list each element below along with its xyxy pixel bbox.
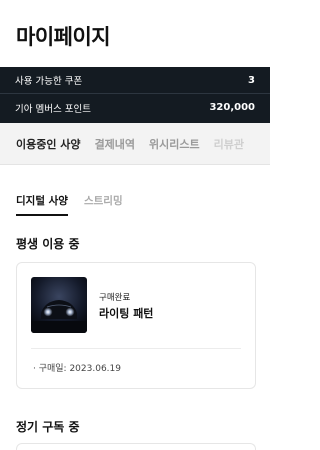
- coupon-count: 3: [248, 74, 255, 86]
- subtab-digital[interactable]: 디지털 사양: [16, 193, 68, 216]
- coupon-row[interactable]: 사용 가능한 쿠폰 3: [0, 67, 270, 94]
- subscription-card[interactable]: [16, 443, 256, 450]
- page-title: 마이페이지: [16, 25, 111, 49]
- subtab-streaming[interactable]: 스트리밍: [84, 193, 123, 216]
- benefits-panel: 사용 가능한 쿠폰 3 기아 멤버스 포인트 320,000: [0, 67, 270, 123]
- divider: [31, 348, 241, 349]
- main-tabbar: 이용중인 사양 결제내역 위시리스트 리뷰관: [0, 123, 270, 165]
- purchase-status: 구매완료: [99, 293, 131, 303]
- points-row[interactable]: 기아 멤버스 포인트 320,000: [0, 94, 270, 121]
- car-night-image: [31, 277, 87, 333]
- coupon-label: 사용 가능한 쿠폰: [15, 76, 83, 87]
- tab-payments[interactable]: 결제내역: [95, 136, 135, 152]
- subscription-section-title: 정기 구독 중: [16, 420, 80, 434]
- product-thumbnail: [31, 277, 87, 333]
- tab-wishlist[interactable]: 위시리스트: [149, 136, 200, 152]
- points-label: 기아 멤버스 포인트: [15, 103, 91, 115]
- product-card[interactable]: 구매완료 라이팅 패턴 · 구매일: 2023.06.19: [16, 262, 256, 389]
- tab-in-use[interactable]: 이용중인 사양: [16, 136, 81, 152]
- tab-reviews[interactable]: 리뷰관: [214, 136, 244, 152]
- lifetime-section-title: 평생 이용 중: [16, 237, 80, 251]
- sub-tabs: 디지털 사양 스트리밍: [16, 193, 139, 216]
- points-value: 320,000: [209, 102, 255, 113]
- purchase-date: · 구매일: 2023.06.19: [33, 364, 121, 374]
- product-name: 라이팅 패턴: [99, 307, 154, 320]
